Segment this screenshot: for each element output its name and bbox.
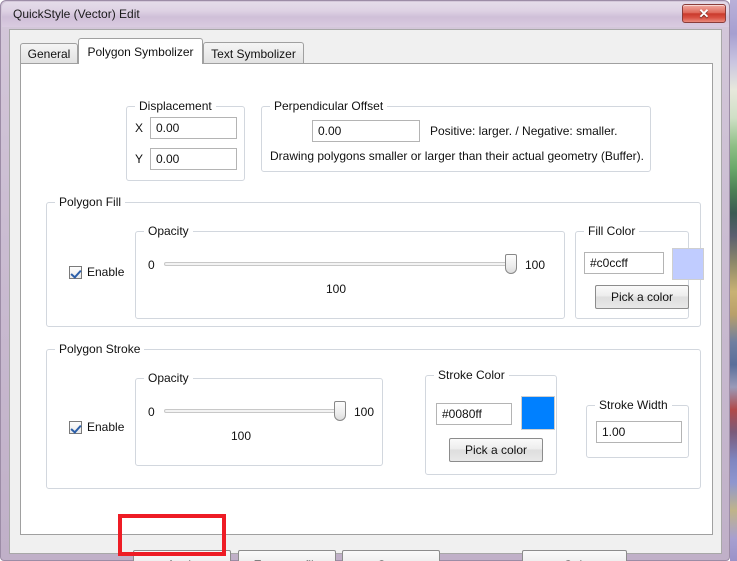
fill-color-input[interactable]: #c0ccff	[584, 252, 664, 274]
polygon-fill-opacity-max: 100	[525, 258, 546, 272]
displacement-y-input[interactable]: 0.00	[150, 148, 237, 170]
polygon-fill-enable-label: Enable	[87, 265, 125, 279]
stroke-color-group: Stroke Color #0080ff Pick a color	[425, 368, 557, 475]
polygon-symbolizer-panel: Displacement X 0.00 Y 0.00 Perpendicular…	[20, 63, 713, 535]
close-button[interactable]: ✕	[682, 4, 726, 23]
stroke-color-swatch[interactable]	[521, 396, 555, 430]
polygon-fill-opacity-slider[interactable]	[164, 254, 517, 274]
application-window: QuickStyle (Vector) Edit ✕ General Polyg…	[0, 0, 730, 561]
stroke-color-legend: Stroke Color	[434, 368, 509, 382]
quit-button[interactable]: Quit	[522, 550, 627, 561]
polygon-fill-legend: Polygon Fill	[55, 195, 126, 209]
perpendicular-offset-input[interactable]: 0.00	[312, 120, 420, 142]
desktop-background-strip	[730, 0, 737, 561]
polygon-fill-enable-checkbox[interactable]: Enable	[69, 265, 124, 279]
stroke-pick-color-button[interactable]: Pick a color	[449, 438, 543, 462]
polygon-fill-opacity-group: Opacity 0 100 100	[135, 224, 565, 319]
tab-text-symbolizer[interactable]: Text Symbolizer	[203, 42, 304, 64]
polygon-stroke-enable-label: Enable	[87, 420, 125, 434]
displacement-group: Displacement X 0.00 Y 0.00	[126, 99, 245, 181]
fill-color-group: Fill Color #c0ccff Pick a color	[575, 224, 704, 319]
slider-track	[164, 262, 517, 266]
tab-polygon-symbolizer[interactable]: Polygon Symbolizer	[78, 38, 203, 64]
polygon-stroke-opacity-slider[interactable]	[164, 401, 346, 421]
checkmark-icon	[69, 420, 82, 434]
displacement-x-label: X	[135, 121, 144, 135]
polygon-stroke-group: Polygon Stroke Enable Opacity 0 100 100	[46, 342, 701, 489]
apply-button[interactable]: Apply	[133, 550, 231, 561]
displacement-x-input[interactable]: 0.00	[150, 117, 237, 139]
title-bar[interactable]: QuickStyle (Vector) Edit ✕	[2, 2, 729, 27]
tab-general[interactable]: General	[20, 43, 78, 64]
client-area: General Polygon Symbolizer Text Symboliz…	[9, 29, 722, 561]
export-to-file-button[interactable]: Export to file	[238, 550, 336, 561]
perpendicular-offset-group: Perpendicular Offset 0.00 Positive: larg…	[261, 99, 651, 172]
stroke-width-legend: Stroke Width	[595, 398, 672, 412]
polygon-stroke-legend: Polygon Stroke	[55, 342, 145, 356]
polygon-stroke-opacity-group: Opacity 0 100 100	[135, 371, 383, 466]
displacement-legend: Displacement	[135, 99, 216, 113]
slider-track	[164, 409, 346, 413]
window-title: QuickStyle (Vector) Edit	[13, 7, 140, 21]
fill-color-swatch[interactable]	[672, 248, 704, 280]
fill-pick-color-button[interactable]: Pick a color	[595, 285, 689, 309]
displacement-y-label: Y	[135, 152, 144, 166]
polygon-stroke-opacity-legend: Opacity	[144, 371, 193, 385]
tab-strip: General Polygon Symbolizer Text Symboliz…	[20, 38, 713, 64]
polygon-stroke-opacity-value: 100	[231, 429, 252, 443]
close-icon: ✕	[698, 6, 710, 21]
perpendicular-offset-hint: Positive: larger. / Negative: smaller.	[430, 124, 618, 138]
stroke-width-group: Stroke Width 1.00	[586, 398, 689, 458]
checkmark-icon	[69, 265, 82, 279]
polygon-fill-group: Polygon Fill Enable Opacity 0 100 100 Fi…	[46, 195, 704, 327]
polygon-stroke-enable-checkbox[interactable]: Enable	[69, 420, 124, 434]
copy-button[interactable]: Copy	[342, 550, 440, 561]
slider-handle[interactable]	[334, 401, 346, 421]
perpendicular-offset-description: Drawing polygons smaller or larger than …	[270, 149, 644, 163]
slider-handle[interactable]	[505, 254, 517, 274]
polygon-fill-opacity-min: 0	[148, 258, 155, 272]
polygon-stroke-opacity-max: 100	[354, 405, 375, 419]
stroke-color-input[interactable]: #0080ff	[436, 403, 512, 425]
polygon-fill-opacity-value: 100	[326, 282, 347, 296]
stroke-width-input[interactable]: 1.00	[596, 421, 682, 443]
perpendicular-offset-legend: Perpendicular Offset	[270, 99, 388, 113]
polygon-stroke-opacity-min: 0	[148, 405, 155, 419]
polygon-fill-opacity-legend: Opacity	[144, 224, 193, 238]
fill-color-legend: Fill Color	[584, 224, 640, 238]
